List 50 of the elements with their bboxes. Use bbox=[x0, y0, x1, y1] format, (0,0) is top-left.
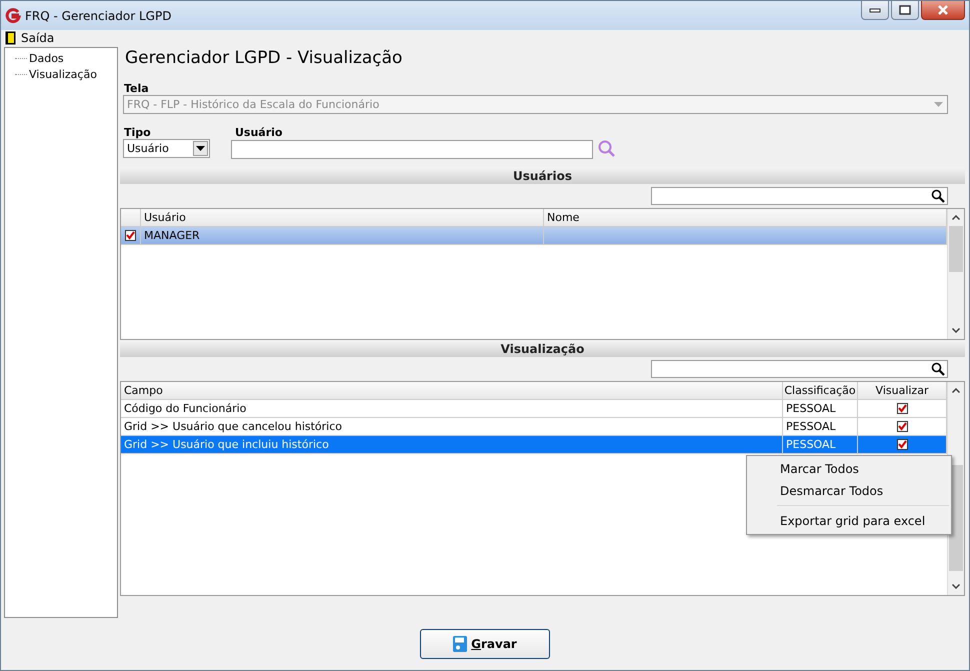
maximize-button[interactable] bbox=[891, 1, 919, 20]
type-dropdown[interactable]: Usuário bbox=[123, 139, 210, 158]
column-header[interactable]: Campo bbox=[121, 382, 783, 399]
checkbox[interactable] bbox=[896, 403, 908, 414]
minimize-button[interactable] bbox=[861, 1, 889, 20]
table-cell: PESSOAL bbox=[783, 400, 858, 417]
checkbox[interactable] bbox=[896, 421, 908, 432]
dropdown-arrow-icon bbox=[934, 102, 943, 107]
maximize-icon bbox=[899, 5, 911, 15]
table-cell: PESSOAL bbox=[783, 418, 858, 435]
tree-item[interactable]: Dados bbox=[29, 52, 64, 64]
page-heading: Gerenciador LGPD - Visualização bbox=[124, 47, 404, 70]
grid-search-field[interactable] bbox=[651, 187, 948, 205]
section-title: Usuários bbox=[513, 168, 572, 182]
close-button[interactable] bbox=[921, 1, 965, 20]
table-row[interactable]: Grid >> Usuário que incluiu histórico PESSOAL bbox=[121, 436, 947, 454]
minimize-icon bbox=[869, 7, 881, 13]
search-icon bbox=[931, 189, 945, 203]
field-label: Tela bbox=[123, 81, 150, 95]
door-icon bbox=[5, 30, 16, 44]
window-title: FRQ - Gerenciador LGPD bbox=[25, 8, 172, 22]
tree-item[interactable]: Visualização bbox=[29, 68, 97, 80]
column-header[interactable]: Usuário bbox=[141, 209, 544, 226]
table-cell: Código do Funcionário bbox=[121, 400, 783, 417]
table-row[interactable]: Código do Funcionário PESSOAL bbox=[121, 400, 947, 418]
dropdown-arrow-icon bbox=[196, 146, 205, 151]
app-logo-icon bbox=[5, 8, 21, 24]
checkbox[interactable] bbox=[896, 439, 908, 450]
close-icon bbox=[937, 5, 949, 15]
column-header[interactable]: Classificação bbox=[783, 382, 858, 399]
scrollbar[interactable] bbox=[947, 209, 964, 339]
save-button[interactable]: Gravar bbox=[420, 629, 550, 659]
field-label: Tipo bbox=[123, 125, 152, 139]
table-cell: MANAGER bbox=[141, 227, 544, 244]
table-cell: PESSOAL bbox=[783, 436, 858, 453]
search-icon bbox=[931, 362, 945, 376]
table-row[interactable]: MANAGER bbox=[121, 227, 947, 245]
table-cell: Grid >> Usuário que cancelou histórico bbox=[121, 418, 783, 435]
dropdown-button[interactable] bbox=[193, 141, 208, 156]
menu-item[interactable]: Exportar grid para excel bbox=[747, 510, 951, 532]
menu-item[interactable]: Saída bbox=[5, 30, 54, 44]
menu-item[interactable]: Marcar Todos bbox=[747, 458, 951, 480]
search-icon[interactable] bbox=[597, 139, 617, 159]
table-cell: Grid >> Usuário que incluiu histórico bbox=[121, 436, 783, 453]
user-input-field[interactable] bbox=[231, 140, 593, 158]
section-title: Visualização bbox=[500, 342, 584, 356]
grid-search-field[interactable] bbox=[651, 360, 948, 378]
menu-item[interactable]: Desmarcar Todos bbox=[747, 480, 951, 502]
checkbox[interactable] bbox=[125, 230, 136, 241]
field-label: Usuário bbox=[234, 125, 284, 139]
